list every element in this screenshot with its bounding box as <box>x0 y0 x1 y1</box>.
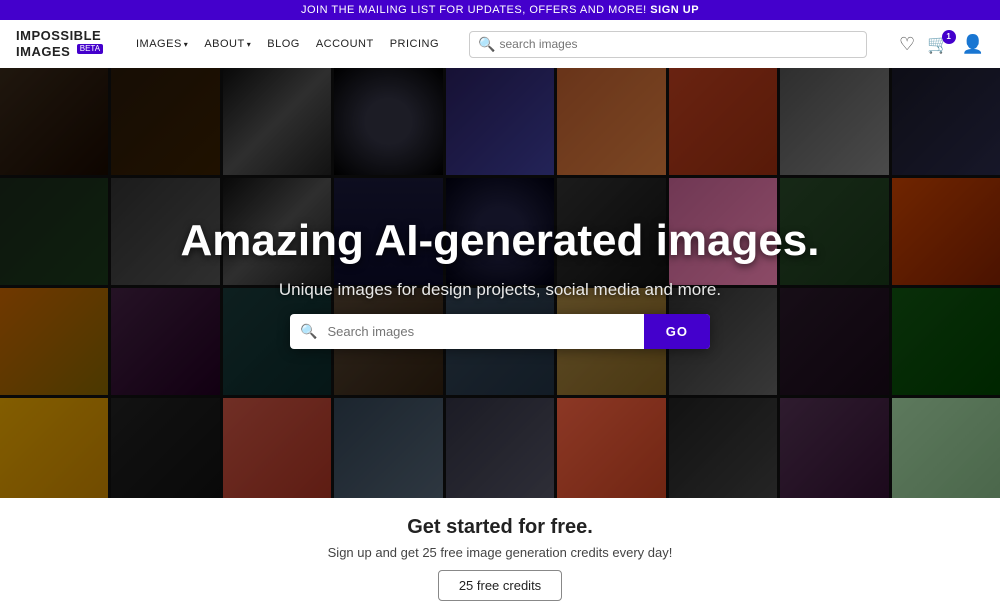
credits-button[interactable]: 25 free credits <box>438 570 562 601</box>
bottom-title: Get started for free. <box>407 516 593 539</box>
hero-search-bar: 🔍 GO <box>290 314 710 349</box>
logo-bottom: IMAGES <box>16 44 70 59</box>
hero-subtitle: Unique images for design projects, socia… <box>279 280 721 300</box>
hero-overlay: Amazing AI-generated images. Unique imag… <box>0 68 1000 498</box>
hero-search-input[interactable] <box>327 314 643 349</box>
nav-item-images[interactable]: IMAGES ▾ <box>130 34 194 54</box>
nav-search-input[interactable] <box>499 37 858 51</box>
hero-section: Amazing AI-generated images. Unique imag… <box>0 68 1000 498</box>
nav-item-blog[interactable]: BLOG <box>261 34 306 54</box>
user-button[interactable]: 👤 <box>962 34 984 55</box>
top-banner: JOIN THE MAILING LIST FOR UPDATES, OFFER… <box>0 0 1000 20</box>
wishlist-button[interactable]: ♡ <box>899 34 915 55</box>
cart-badge: 1 <box>942 30 956 44</box>
banner-text: JOIN THE MAILING LIST FOR UPDATES, OFFER… <box>301 4 647 16</box>
logo-top: IMPOSSIBLE <box>16 28 101 43</box>
banner-signup-link[interactable]: SIGN UP <box>650 4 699 16</box>
chevron-down-icon: ▾ <box>184 40 189 49</box>
navbar: IMPOSSIBLE IMAGES BETA IMAGES ▾ ABOUT ▾ … <box>0 20 1000 68</box>
logo[interactable]: IMPOSSIBLE IMAGES BETA <box>16 28 106 60</box>
search-icon: 🔍 <box>290 323 327 340</box>
hero-go-button[interactable]: GO <box>644 314 710 349</box>
chevron-down-icon: ▾ <box>247 40 252 49</box>
logo-beta: BETA <box>77 44 103 54</box>
search-icon: 🔍 <box>478 36 495 53</box>
nav-item-pricing[interactable]: PRICING <box>384 34 445 54</box>
nav-icons: ♡ 🛒 1 👤 <box>899 34 984 55</box>
nav-search-bar[interactable]: 🔍 <box>469 31 867 58</box>
bottom-section: Get started for free. Sign up and get 25… <box>0 498 1000 613</box>
bottom-subtitle: Sign up and get 25 free image generation… <box>328 545 673 560</box>
nav-links: IMAGES ▾ ABOUT ▾ BLOG ACCOUNT PRICING <box>130 34 445 54</box>
hero-title: Amazing AI-generated images. <box>181 217 820 265</box>
cart-button[interactable]: 🛒 1 <box>927 34 949 55</box>
nav-item-account[interactable]: ACCOUNT <box>310 34 380 54</box>
nav-item-about[interactable]: ABOUT ▾ <box>198 34 257 54</box>
